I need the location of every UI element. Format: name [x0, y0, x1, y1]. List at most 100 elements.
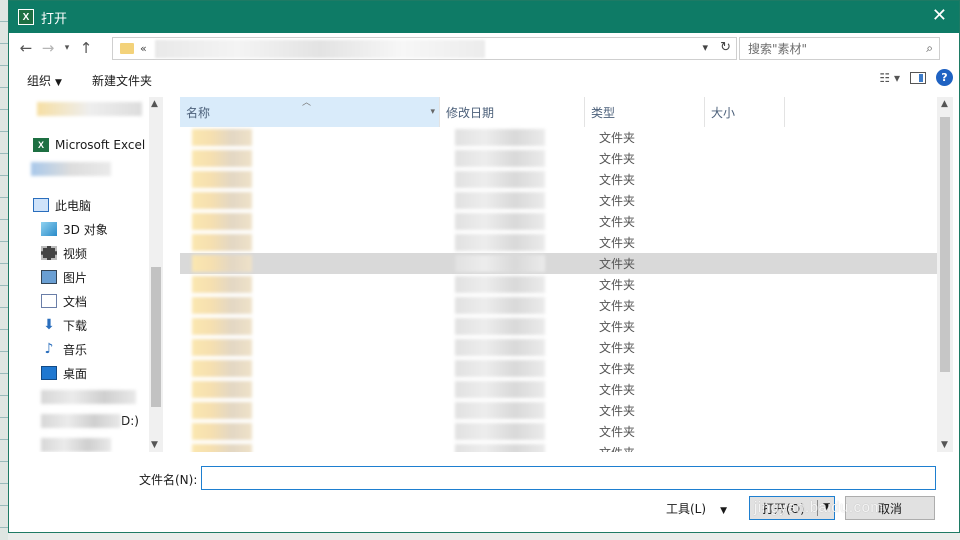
nav-item-documents[interactable]: 文档 [9, 289, 164, 313]
cancel-button[interactable]: 取消 [845, 496, 935, 520]
excel-icon: X [33, 138, 49, 152]
table-row[interactable]: 文件夹 [180, 442, 937, 452]
file-type-cell: 文件夹 [599, 152, 636, 166]
modified-date-blurred [455, 297, 545, 314]
table-row[interactable]: 文件夹 [180, 253, 937, 274]
navigation-scrollbar[interactable]: ▲ ▼ [149, 97, 163, 452]
back-arrow-icon[interactable]: ← [15, 39, 37, 57]
column-header-date[interactable]: 修改日期 [440, 97, 585, 127]
modified-date-blurred [455, 129, 545, 146]
table-row[interactable]: 文件夹 [180, 148, 937, 169]
picture-icon [41, 270, 57, 284]
close-icon[interactable]: ✕ [932, 7, 947, 25]
folder-name-blurred [192, 423, 252, 440]
title-bar: X 打开 ✕ [9, 1, 959, 33]
table-row[interactable]: 文件夹 [180, 232, 937, 253]
table-row[interactable]: 文件夹 [180, 190, 937, 211]
filename-input[interactable] [201, 466, 936, 490]
recent-locations-chevron-icon[interactable]: ▾ [59, 43, 75, 53]
file-list: ︿ 名称 ▾ 修改日期 类型 大小 文件夹 文件夹 文件夹 文件夹 文件夹 文件夹 文件夹文… [180, 97, 937, 452]
modified-date-blurred [455, 234, 545, 251]
folder-name-blurred [192, 444, 252, 452]
nav-item-3d-objects[interactable]: 3D 对象 [9, 217, 164, 241]
video-icon [41, 246, 57, 260]
column-header-type[interactable]: 类型 [585, 97, 705, 127]
file-type-cell: 文件夹 [599, 236, 636, 250]
table-row[interactable]: 文件夹 [180, 421, 937, 442]
nav-3d-label: 3D 对象 [63, 222, 108, 237]
open-dropdown-icon[interactable]: ▼ [823, 502, 830, 512]
nav-item-excel[interactable]: X Microsoft Excel [9, 133, 164, 157]
folder-name-blurred [192, 192, 252, 209]
refresh-icon[interactable]: ↻ [720, 40, 731, 55]
tools-button[interactable]: 工具(L) ▼ [666, 500, 727, 517]
column-name-dropdown-icon[interactable]: ▾ [430, 107, 435, 117]
view-options-icon[interactable]: ☷ ▾ [879, 71, 900, 85]
table-row[interactable]: 文件夹 [180, 400, 937, 421]
nav-drive-suffix: D:) [121, 414, 139, 428]
tools-label: 工具(L) [666, 502, 707, 516]
computer-icon [33, 198, 49, 212]
desktop-icon [41, 366, 57, 380]
organize-dropdown-icon: ▼ [55, 77, 62, 88]
file-type-cell: 文件夹 [599, 341, 636, 355]
modified-date-blurred [455, 318, 545, 335]
nav-item-drive-d[interactable]: D:) [9, 409, 164, 433]
preview-pane-icon[interactable] [910, 71, 926, 84]
nav-item-pictures[interactable]: 图片 [9, 265, 164, 289]
open-split-divider [817, 500, 818, 516]
table-row[interactable]: 文件夹 [180, 337, 937, 358]
nav-item-this-pc[interactable]: 此电脑 [9, 193, 164, 217]
scroll-up-icon[interactable]: ▲ [941, 99, 948, 109]
up-arrow-icon[interactable]: ↑ [75, 39, 97, 57]
folder-name-blurred [192, 297, 252, 314]
nav-item-blurred-drive[interactable] [9, 385, 164, 409]
table-row[interactable]: 文件夹 [180, 274, 937, 295]
file-type-cell: 文件夹 [599, 362, 636, 376]
modified-date-blurred [455, 381, 545, 398]
navigation-scroll-thumb[interactable] [151, 267, 161, 407]
new-folder-button[interactable]: 新建文件夹 [92, 72, 152, 89]
table-row[interactable]: 文件夹 [180, 127, 937, 148]
nav-item-blurred-3[interactable] [9, 433, 164, 452]
file-list-scrollbar[interactable]: ▲ ▼ [937, 97, 953, 452]
table-row[interactable]: 文件夹 [180, 358, 937, 379]
tools-dropdown-icon: ▼ [720, 506, 727, 516]
table-row[interactable]: 文件夹 [180, 379, 937, 400]
folder-name-blurred [192, 402, 252, 419]
help-icon[interactable]: ? [936, 69, 953, 86]
column-header-size[interactable]: 大小 [705, 97, 785, 127]
table-row[interactable]: 文件夹 [180, 211, 937, 232]
address-dropdown-chevron-icon[interactable]: ▾ [702, 41, 708, 54]
organize-button[interactable]: 组织 ▼ [27, 72, 62, 89]
open-label: 打开(O) [762, 501, 805, 516]
folder-name-blurred [192, 318, 252, 335]
search-box[interactable]: 搜索"素材" ⌕ [739, 37, 940, 60]
file-type-cell: 文件夹 [599, 383, 636, 397]
scroll-down-icon[interactable]: ▼ [941, 440, 948, 450]
address-bar[interactable]: « ▾ ↻ [112, 37, 737, 60]
column-date-label: 修改日期 [446, 105, 495, 120]
table-row[interactable]: 文件夹 [180, 295, 937, 316]
search-icon[interactable]: ⌕ [926, 41, 933, 56]
nav-item-music[interactable]: ♪ 音乐 [9, 337, 164, 361]
nav-item-blurred-2[interactable] [9, 157, 164, 181]
nav-item-downloads[interactable]: ⬇ 下载 [9, 313, 164, 337]
excel-app-icon: X [18, 9, 34, 25]
file-list-scroll-thumb[interactable] [940, 117, 950, 372]
nav-item-desktop[interactable]: 桌面 [9, 361, 164, 385]
background-app-strip [0, 0, 8, 540]
nav-item-videos[interactable]: 视频 [9, 241, 164, 265]
forward-arrow-icon[interactable]: → [37, 39, 59, 57]
table-row[interactable]: 文件夹 [180, 169, 937, 190]
scroll-up-icon[interactable]: ▲ [151, 99, 158, 109]
table-row[interactable]: 文件夹 [180, 316, 937, 337]
file-type-cell: 文件夹 [599, 194, 636, 208]
nav-item-blurred-1[interactable] [9, 97, 164, 121]
address-prefix: « [140, 42, 147, 55]
open-button[interactable]: 打开(O) ▼ [749, 496, 835, 520]
scroll-down-icon[interactable]: ▼ [151, 440, 158, 450]
nav-downloads-label: 下载 [63, 318, 88, 333]
modified-date-blurred [455, 150, 545, 167]
